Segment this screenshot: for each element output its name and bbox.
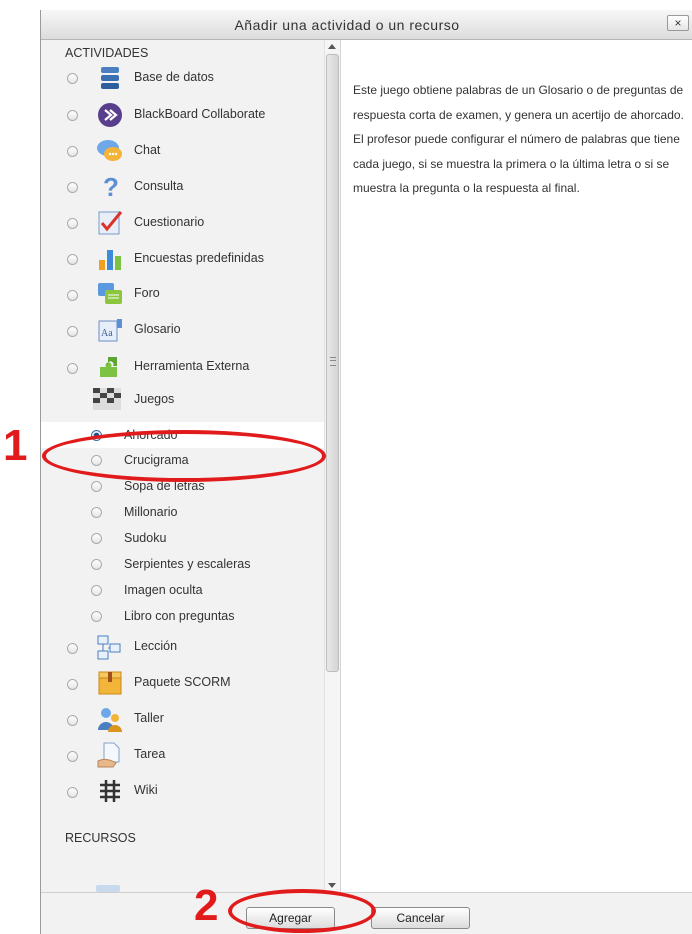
radio-button[interactable] xyxy=(91,507,102,518)
activity-label: Chat xyxy=(134,143,161,157)
cancel-button[interactable]: Cancelar xyxy=(371,907,470,929)
activity-item-consulta[interactable]: ? Consulta xyxy=(41,170,324,202)
resource-icon-partial xyxy=(96,885,120,892)
scroll-down-arrow-icon[interactable] xyxy=(328,883,336,888)
activity-item-taller[interactable]: Taller xyxy=(41,702,324,734)
section-resources: RECURSOS xyxy=(65,831,136,845)
collaborate-icon xyxy=(98,103,122,127)
radio-button[interactable] xyxy=(67,73,78,84)
games-label: Juegos xyxy=(134,392,175,406)
radio-button[interactable] xyxy=(67,643,78,654)
description-panel: Este juego obtiene palabras de un Glosar… xyxy=(341,40,692,892)
radio-button[interactable] xyxy=(67,679,78,690)
game-label: Millonario xyxy=(124,505,178,519)
chat-icon xyxy=(97,140,122,161)
activity-label: Herramienta Externa xyxy=(134,359,250,373)
radio-button[interactable] xyxy=(67,146,78,157)
radio-button[interactable] xyxy=(91,559,102,570)
workshop-icon xyxy=(98,708,122,732)
radio-button[interactable] xyxy=(91,481,102,492)
svg-text:Aa: Aa xyxy=(101,328,113,339)
activity-item-leccion[interactable]: Lección xyxy=(41,630,324,662)
database-icon xyxy=(101,67,119,89)
puzzle-icon xyxy=(100,357,117,377)
game-item-serpientes-y-escaleras[interactable]: Serpientes y escaleras xyxy=(41,552,324,578)
game-item-millonario[interactable]: Millonario xyxy=(41,500,324,526)
radio-button[interactable] xyxy=(67,363,78,374)
activity-label: Consulta xyxy=(134,179,184,193)
scroll-up-arrow-icon[interactable] xyxy=(328,44,336,49)
activity-item-herramienta-externa[interactable]: Herramienta Externa xyxy=(41,350,324,382)
activity-label: Foro xyxy=(134,286,160,300)
game-item-imagen-oculta[interactable]: Imagen oculta xyxy=(41,578,324,604)
activity-label: Tarea xyxy=(134,747,166,761)
game-label: Imagen oculta xyxy=(124,583,203,597)
activity-item-encuestas-predefinidas[interactable]: Encuestas predefinidas xyxy=(41,242,324,274)
activity-label: Paquete SCORM xyxy=(134,675,231,689)
annotation-ellipse-ahorcado xyxy=(42,430,326,482)
glossary-icon: Aa xyxy=(98,319,122,342)
grip-icon xyxy=(330,357,336,366)
activity-item-base-de-datos[interactable]: Base de datos xyxy=(41,62,324,94)
scorm-package-icon xyxy=(98,671,122,695)
games-group-header: Juegos xyxy=(41,386,324,416)
activity-item-cuestionario[interactable]: Cuestionario xyxy=(41,206,324,238)
assignment-icon xyxy=(97,742,120,768)
activity-label: Base de datos xyxy=(134,70,214,84)
activity-item-paquete-scorm[interactable]: Paquete SCORM xyxy=(41,666,324,698)
list-scrollbar[interactable] xyxy=(324,40,341,892)
radio-button[interactable] xyxy=(91,585,102,596)
activity-label: BlackBoard Collaborate xyxy=(134,107,266,121)
radio-button[interactable] xyxy=(67,751,78,762)
activity-description: Este juego obtiene palabras de un Glosar… xyxy=(353,83,684,196)
activity-label: Encuestas predefinidas xyxy=(134,251,264,265)
radio-button[interactable] xyxy=(67,787,78,798)
annotation-step-1: 1 xyxy=(3,421,28,470)
survey-chart-icon xyxy=(99,250,121,270)
activity-label: Cuestionario xyxy=(134,215,205,229)
activity-item-tarea[interactable]: Tarea xyxy=(41,738,324,770)
quiz-icon xyxy=(98,211,123,235)
game-item-libro-con-preguntas[interactable]: Libro con preguntas xyxy=(41,604,324,630)
radio-button[interactable] xyxy=(67,254,78,265)
activity-label: Taller xyxy=(134,711,164,725)
activity-item-wiki[interactable]: Wiki xyxy=(41,774,324,806)
radio-button[interactable] xyxy=(67,326,78,337)
question-icon: ? xyxy=(103,172,119,200)
scrollbar-thumb[interactable] xyxy=(326,54,339,672)
activity-label: Glosario xyxy=(134,322,181,336)
radio-button[interactable] xyxy=(67,182,78,193)
radio-button[interactable] xyxy=(67,110,78,121)
game-item-sudoku[interactable]: Sudoku xyxy=(41,526,324,552)
activity-label: Lección xyxy=(134,639,178,653)
section-activities: ACTIVIDADES xyxy=(65,46,149,60)
games-icon xyxy=(93,388,121,410)
radio-button[interactable] xyxy=(91,611,102,622)
radio-button[interactable] xyxy=(91,533,102,544)
game-label: Libro con preguntas xyxy=(124,609,235,623)
dialog-titlebar: Añadir una actividad o un recurso × xyxy=(41,10,692,40)
activity-item-blackboard-collaborate[interactable]: BlackBoard Collaborate xyxy=(41,98,324,130)
game-label: Sudoku xyxy=(124,531,167,545)
radio-button[interactable] xyxy=(67,290,78,301)
activity-label: Wiki xyxy=(134,783,158,797)
close-button[interactable]: × xyxy=(667,15,689,31)
wiki-icon xyxy=(100,780,120,802)
annotation-ellipse-agregar xyxy=(228,889,376,933)
top-strip xyxy=(0,0,692,10)
radio-button[interactable] xyxy=(67,715,78,726)
activity-item-glosario[interactable]: Aa Glosario xyxy=(41,314,324,346)
activity-item-chat[interactable]: Chat xyxy=(41,134,324,166)
game-label: Serpientes y escaleras xyxy=(124,557,251,571)
forum-icon xyxy=(98,283,122,304)
activity-item-foro[interactable]: Foro xyxy=(41,278,324,310)
annotation-step-2: 2 xyxy=(194,881,219,930)
lesson-icon xyxy=(97,635,121,660)
radio-button[interactable] xyxy=(67,218,78,229)
svg-text:?: ? xyxy=(103,172,119,200)
dialog-title: Añadir una actividad o un recurso xyxy=(234,17,460,33)
